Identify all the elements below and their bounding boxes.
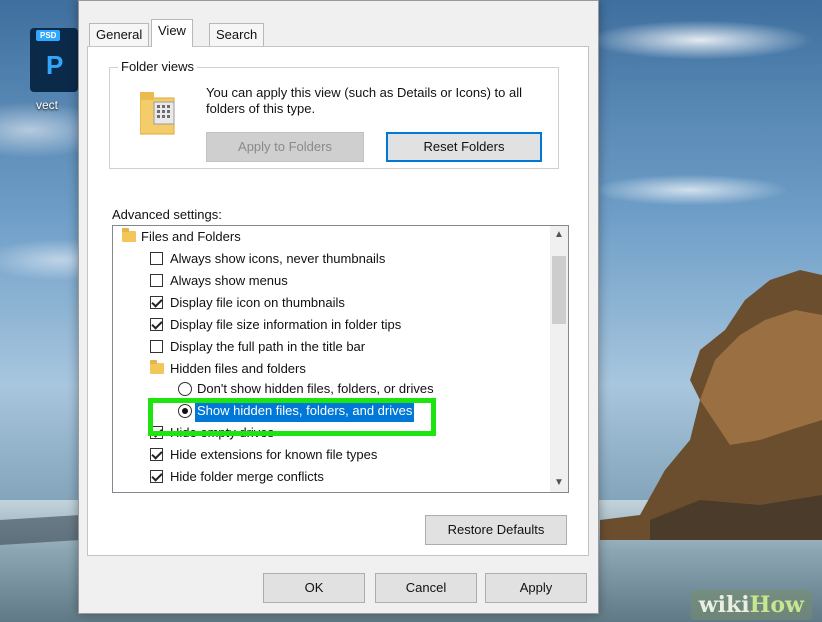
folder-views-icon xyxy=(140,92,175,135)
checkbox[interactable] xyxy=(150,252,163,265)
folder-options-dialog: General View Search Folder views You can… xyxy=(78,0,599,614)
tree-scrollbar[interactable]: ▲ ▼ xyxy=(550,226,568,492)
cancel-button[interactable]: Cancel xyxy=(375,573,477,603)
tree-item-label: Hide empty drives xyxy=(170,425,275,440)
tree-item-label: Hidden files and folders xyxy=(170,361,306,376)
checkbox-checked[interactable] xyxy=(150,318,163,331)
checkbox[interactable] xyxy=(150,340,163,353)
tab-view[interactable]: View xyxy=(151,19,193,47)
checkbox-checked[interactable] xyxy=(150,426,163,439)
desktop-icon-label[interactable]: vect xyxy=(36,98,58,112)
tree-item-label: Always show menus xyxy=(170,273,288,288)
chevron-down-icon[interactable]: ▼ xyxy=(550,474,568,492)
checkbox-checked[interactable] xyxy=(150,296,163,309)
tree-item-label: Hide extensions for known file types xyxy=(170,447,378,462)
tree-item-label: Display the full path in the title bar xyxy=(170,339,366,354)
folder-icon xyxy=(150,360,164,374)
tab-search[interactable]: Search xyxy=(209,23,265,46)
tree-item-label: Hide folder merge conflicts xyxy=(170,469,324,484)
folder-icon xyxy=(122,228,136,242)
reset-folders-button[interactable]: Reset Folders xyxy=(386,132,542,162)
scroll-thumb[interactable] xyxy=(552,256,566,324)
radio-button[interactable] xyxy=(178,382,192,396)
wikihow-watermark: wikiHow xyxy=(690,590,812,620)
advanced-settings-tree[interactable]: Files and Folders Always show icons, nev… xyxy=(112,225,569,493)
checkbox-checked[interactable] xyxy=(150,448,163,461)
tree-item-label-selected: Show hidden files, folders, and drives xyxy=(195,400,415,422)
watermark-how: How xyxy=(749,592,804,618)
watermark-wiki: wiki xyxy=(698,592,750,618)
restore-defaults-button[interactable]: Restore Defaults xyxy=(425,515,567,545)
apply-button[interactable]: Apply xyxy=(485,573,587,603)
folder-views-description: You can apply this view (such as Details… xyxy=(206,85,523,116)
chevron-up-icon[interactable]: ▲ xyxy=(550,226,568,244)
folder-views-group: Folder views You can apply this view (su… xyxy=(109,59,559,169)
psd-badge: PSD xyxy=(36,30,61,41)
advanced-settings-label: Advanced settings: xyxy=(112,207,222,222)
tree-item-label: Files and Folders xyxy=(141,229,241,244)
tree-item-label: Display file size information in folder … xyxy=(170,317,402,332)
ok-button[interactable]: OK xyxy=(263,573,365,603)
apply-to-folders-button[interactable]: Apply to Folders xyxy=(206,132,364,162)
checkbox[interactable] xyxy=(150,274,163,287)
tab-general[interactable]: General xyxy=(89,23,150,46)
checkbox-checked[interactable] xyxy=(150,470,163,483)
psd-letter: P xyxy=(46,50,64,80)
tree-item-label: Don't show hidden files, folders, or dri… xyxy=(197,381,434,396)
folder-views-title: Folder views xyxy=(118,59,197,74)
tree-item-label: Display file icon on thumbnails xyxy=(170,295,345,310)
tree-item-label: Always show icons, never thumbnails xyxy=(170,251,386,266)
view-tab-panel: Folder views You can apply this view (su… xyxy=(87,46,589,556)
radio-button-selected[interactable] xyxy=(178,404,192,418)
